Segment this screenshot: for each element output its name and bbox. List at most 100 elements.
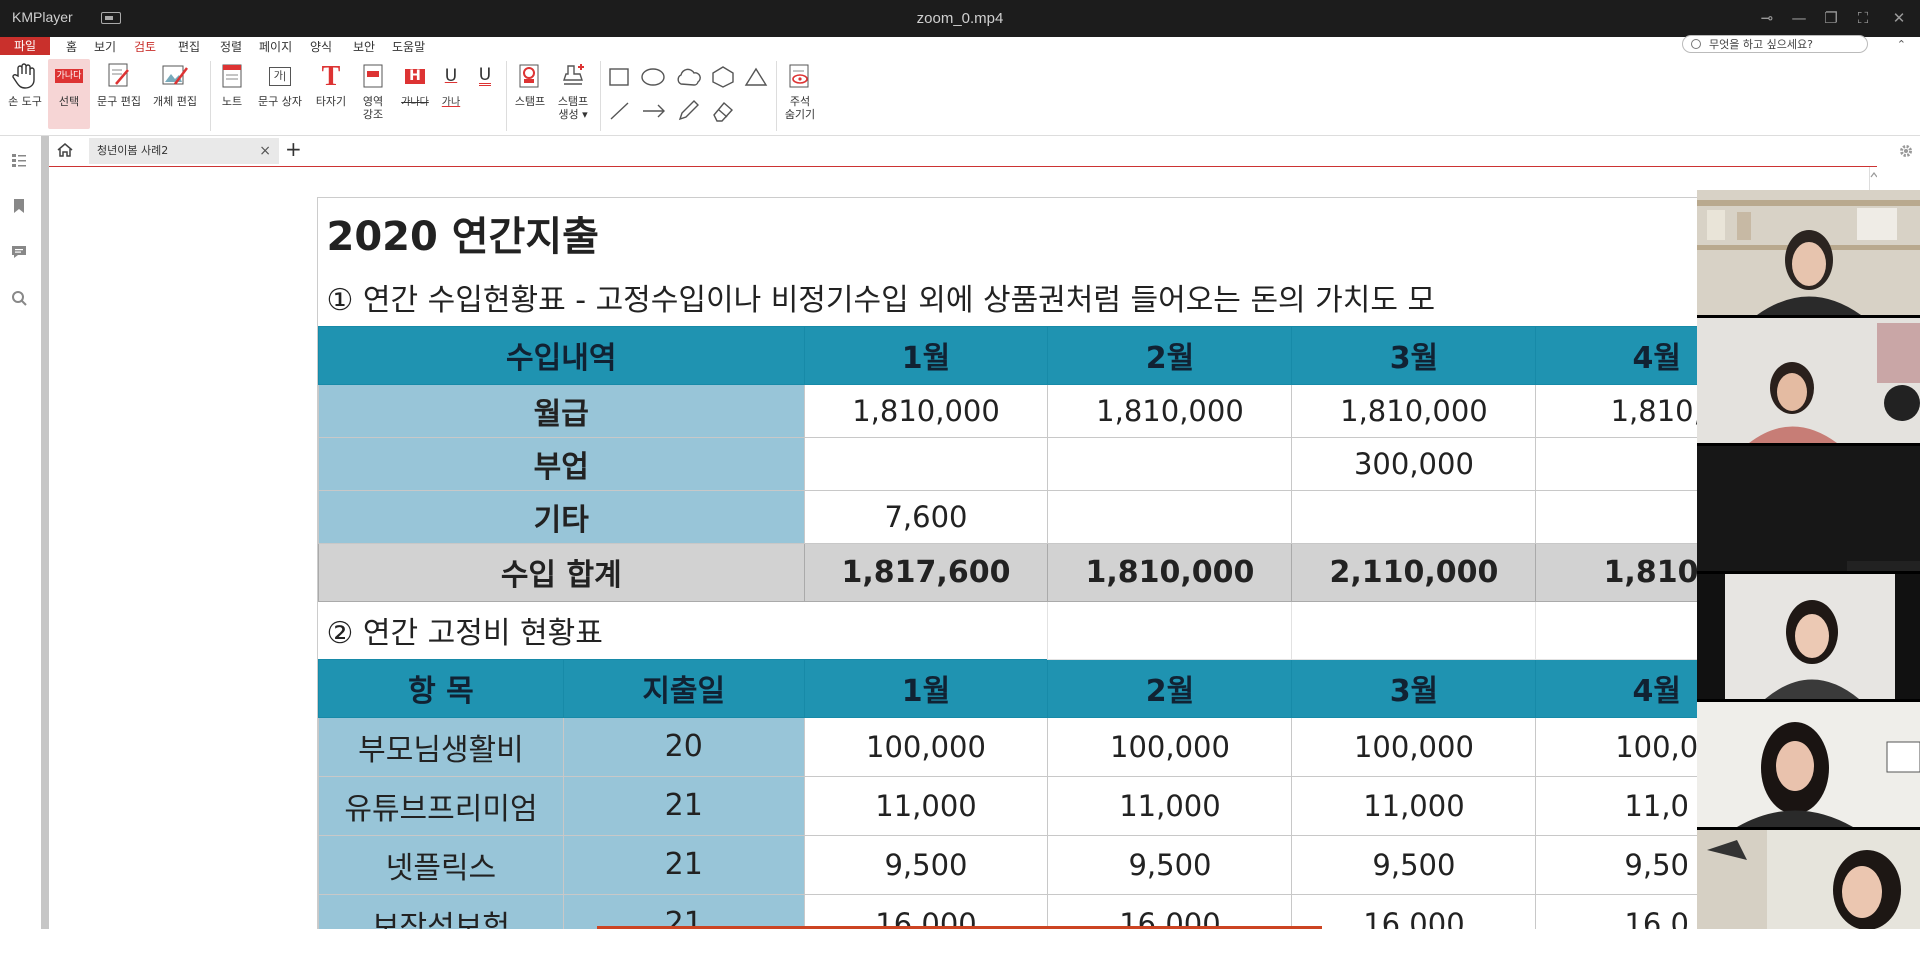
table-cell: 1,810,000 (1047, 383, 1293, 438)
participant-video-2[interactable] (1697, 318, 1920, 443)
table-cell: 7,600 (803, 489, 1049, 544)
rectangle-icon[interactable] (608, 67, 632, 87)
typewriter-button[interactable]: T 타자기 (312, 61, 350, 108)
line-icon[interactable] (608, 99, 632, 123)
empty-cell (1291, 600, 1537, 660)
cloud-icon[interactable] (674, 65, 704, 89)
panel-divider[interactable] (41, 136, 49, 929)
table-cell (803, 436, 1049, 491)
textbox-button[interactable]: 가| 문구 상자 (254, 61, 306, 108)
table-cell: 100,000 (1047, 716, 1293, 777)
section-1-heading: ① 연간 수입현황표 - 고정수입이나 비정기수입 외에 상품권처럼 들어오는 … (326, 282, 1436, 318)
ask-search-input[interactable]: 무엇을 하고 싶으세요? (1682, 35, 1868, 53)
menu-home[interactable]: 홈 (62, 38, 81, 55)
table-row: 유튜브프리미엄 21 11,000 11,000 11,000 11,0 (318, 775, 1778, 836)
menu-view[interactable]: 보기 (90, 38, 120, 55)
underline-button[interactable]: U 가나 (436, 61, 466, 109)
expense-table: 2020 연간지출 ① 연간 수입현황표 - 고정수입이나 비정기수입 외에 상… (318, 198, 1778, 929)
participant-1-image (1697, 190, 1920, 315)
table-row: 월급 1,810,000 1,810,000 1,810,000 1,810, (318, 383, 1778, 438)
minimize-icon[interactable]: — (1786, 6, 1812, 30)
participant-video-panel (1697, 190, 1920, 930)
text-edit-button[interactable]: 문구 편집 (94, 61, 144, 108)
polyline-icon[interactable] (742, 65, 770, 89)
menu-security[interactable]: 보안 (349, 38, 379, 55)
pencil-icon[interactable] (676, 99, 700, 123)
ellipse-icon[interactable] (640, 67, 668, 87)
restore-icon[interactable]: ❐ (1818, 6, 1844, 30)
hand-tool-button[interactable]: 손 도구 (4, 61, 46, 108)
fullscreen-icon[interactable]: ⛶ (1850, 6, 1876, 30)
empty-cell (1047, 600, 1293, 660)
textbox-label: 문구 상자 (258, 95, 302, 108)
table-row: 기타 7,600 (318, 489, 1778, 544)
menu-edit[interactable]: 편집 (174, 38, 204, 55)
bookmark-icon[interactable] (11, 198, 27, 214)
table-cell: 1,810,000 (803, 383, 1049, 438)
note-icon (217, 61, 247, 91)
textbox-icon: 가| (265, 61, 295, 91)
menu-file[interactable]: 파일 (0, 37, 51, 55)
fixed-header-cell: 2월 (1047, 658, 1293, 718)
text-edit-label: 문구 편집 (97, 95, 141, 108)
menu-form[interactable]: 양식 (306, 38, 336, 55)
search-panel-icon[interactable] (11, 290, 27, 306)
hide-comments-icon (785, 61, 815, 91)
table-cell (1291, 489, 1537, 544)
participant-video-5[interactable] (1697, 702, 1920, 827)
gear-icon[interactable] (1898, 143, 1914, 159)
home-icon[interactable] (57, 142, 73, 158)
document-tab[interactable]: 청년이봄 사례2 × (89, 138, 279, 164)
window-title: zoom_0.mp4 (916, 10, 1004, 27)
row-day: 20 (562, 716, 805, 777)
stamp-create-button[interactable]: 스탬프 생성 ▾ (552, 61, 594, 121)
fixed-header-cell: 3월 (1291, 658, 1537, 718)
participant-video-6[interactable] (1697, 830, 1920, 955)
collapse-ribbon-icon[interactable]: ⌃ (1897, 38, 1906, 51)
hide-comments-button[interactable]: 주석 숨기기 (780, 61, 820, 121)
new-tab-button[interactable]: + (285, 137, 302, 161)
income-header-label: 수입내역 (318, 325, 805, 385)
close-tab-icon[interactable]: × (259, 138, 271, 164)
participant-4-image (1697, 574, 1920, 699)
hand-icon (10, 61, 40, 91)
table-row: 부업 300,000 (318, 436, 1778, 491)
double-underline-button[interactable]: U (470, 61, 500, 95)
double-underline-icon: U (478, 64, 492, 86)
highlight-text-button[interactable]: H 가나다 (398, 61, 432, 109)
object-edit-label: 개체 편집 (153, 95, 197, 108)
participant-video-3[interactable] (1697, 446, 1920, 571)
table-cell: 11,000 (803, 775, 1049, 836)
object-edit-button[interactable]: 개체 편집 (150, 61, 200, 108)
arrow-icon[interactable] (640, 99, 668, 123)
table-row: 넷플릭스 21 9,500 9,500 9,500 9,50 (318, 834, 1778, 895)
close-icon[interactable]: ✕ (1886, 6, 1912, 30)
participant-3-image (1697, 446, 1920, 571)
menu-help[interactable]: 도움말 (388, 38, 429, 55)
document-viewer[interactable]: 2020 연간지출 ① 연간 수입현황표 - 고정수입이나 비정기수입 외에 상… (49, 167, 1869, 929)
select-button[interactable]: 가나다 선택 (48, 59, 90, 129)
table-cell: 16,000 (803, 893, 1049, 929)
area-highlight-button[interactable]: 영역 강조 (356, 61, 390, 121)
row-label: 넷플릭스 (318, 834, 564, 895)
participant-video-1[interactable] (1697, 190, 1920, 315)
table-cell: 11,000 (1291, 775, 1537, 836)
area-highlight-icon (358, 61, 388, 91)
stamp-create-icon (558, 61, 588, 91)
document-tab-bar: 청년이봄 사례2 × + (49, 136, 1920, 166)
note-button[interactable]: 노트 (216, 61, 248, 108)
menu-page[interactable]: 페이지 (255, 38, 296, 55)
pin-icon[interactable]: ⊸ (1754, 6, 1780, 30)
stamp-icon (515, 61, 545, 91)
thumbnails-icon[interactable] (11, 152, 27, 168)
eraser-icon[interactable] (710, 99, 736, 123)
stamp-button[interactable]: 스탬프 (512, 61, 548, 108)
menu-arrange[interactable]: 정렬 (216, 38, 246, 55)
hand-tool-label: 손 도구 (8, 95, 42, 108)
participant-video-4[interactable] (1697, 574, 1920, 699)
row-day: 21 (562, 893, 805, 929)
ribbon-separator (776, 61, 777, 131)
polygon-icon[interactable] (710, 65, 736, 89)
row-label: 기타 (318, 489, 805, 544)
comments-icon[interactable] (11, 244, 27, 260)
